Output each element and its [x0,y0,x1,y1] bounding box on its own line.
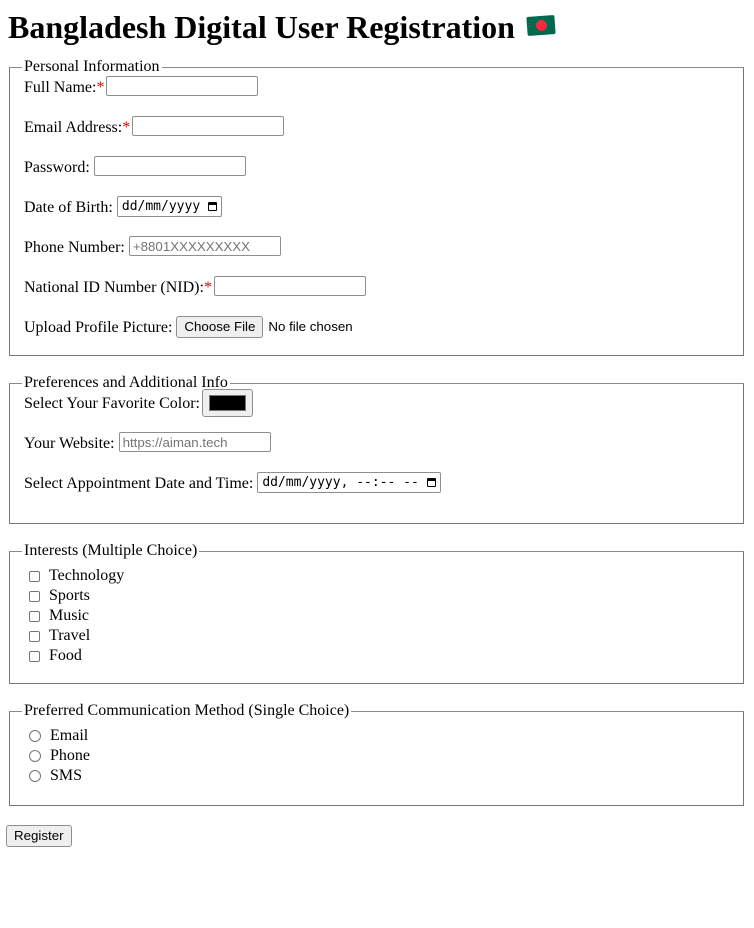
registration-form: Personal Information Full Name:* Email A… [6,58,746,847]
communication-label: SMS [50,767,83,784]
communication-option[interactable]: Phone [24,746,731,766]
checkbox[interactable] [29,590,40,602]
calendar-icon[interactable] [208,202,218,211]
full-name-label: Full Name:* [24,79,105,96]
communication-list: Email Phone SMS [24,720,731,786]
communication-option[interactable]: SMS [24,766,731,786]
interest-label: Music [49,607,89,624]
email-row: Email Address:* [24,116,731,156]
registration-page: Bangladesh Digital User Registration Per… [0,0,754,847]
appointment-label: Select Appointment Date and Time: [24,475,254,492]
communication-label: Phone [50,747,90,764]
submit-row: Register [6,825,746,847]
dob-input[interactable]: dd/mm/yyyy [116,196,223,217]
color-row: Select Your Favorite Color: [24,389,731,432]
password-input[interactable] [93,156,246,176]
interest-label: Travel [49,627,91,644]
communication-legend: Preferred Communication Method (Single C… [24,702,350,719]
appointment-value: dd/mm/yyyy, --:-- -- [262,475,419,490]
interest-option[interactable]: Music [24,606,731,626]
preferences-fieldset: Preferences and Additional Info Select Y… [9,374,744,524]
interests-legend: Interests (Multiple Choice) [24,542,198,559]
color-label: Select Your Favorite Color: [24,395,200,412]
communication-label: Email [50,727,89,744]
nid-row: National ID Number (NID):* [24,276,731,316]
required-mark: * [96,79,105,96]
website-input[interactable] [118,432,271,452]
email-label: Email Address:* [24,119,131,136]
color-picker[interactable] [202,389,253,417]
password-row: Password: [24,156,731,196]
phone-input[interactable] [128,236,281,256]
personal-info-fieldset: Personal Information Full Name:* Email A… [9,58,744,356]
radio-button[interactable] [29,730,41,742]
dob-row: Date of Birth: dd/mm/yyyy [24,196,731,236]
interest-option[interactable]: Travel [24,626,731,646]
checkbox[interactable] [29,650,40,662]
appointment-input[interactable]: dd/mm/yyyy, --:-- -- [257,472,441,493]
phone-label: Phone Number: [24,239,125,256]
checkbox[interactable] [29,630,40,642]
nid-label: National ID Number (NID):* [24,279,212,296]
interest-option[interactable]: Technology [24,566,731,586]
full-name-row: Full Name:* [24,76,731,116]
website-row: Your Website: [24,432,731,472]
no-file-text: No file chosen [268,319,353,334]
color-swatch [209,395,246,411]
profile-picture-row: Upload Profile Picture: Choose File No f… [24,316,731,356]
communication-fieldset: Preferred Communication Method (Single C… [9,702,744,806]
appointment-row: Select Appointment Date and Time: dd/mm/… [24,472,731,512]
interest-option[interactable]: Food [24,646,731,666]
personal-info-legend: Personal Information [24,58,160,75]
communication-option[interactable]: Email [24,726,731,746]
radio-button[interactable] [29,770,41,782]
nid-input[interactable] [213,276,366,296]
password-label: Password: [24,159,90,176]
phone-row: Phone Number: [24,236,731,276]
interests-list: Technology Sports Music Travel Food [24,560,731,666]
preferences-legend: Preferences and Additional Info [24,374,228,391]
register-button[interactable]: Register [6,825,72,847]
website-label: Your Website: [24,435,115,452]
interest-label: Sports [49,587,90,604]
radio-button[interactable] [29,750,41,762]
calendar-icon[interactable] [426,478,436,487]
interest-option[interactable]: Sports [24,586,731,606]
interest-label: Technology [49,567,125,584]
bangladesh-flag-icon [526,15,556,36]
profile-picture-label: Upload Profile Picture: [24,319,173,336]
interest-label: Food [49,647,82,664]
dob-value: dd/mm/yyyy [121,199,201,214]
dob-label: Date of Birth: [24,199,113,216]
checkbox[interactable] [29,570,40,582]
checkbox[interactable] [29,610,40,622]
required-mark: * [122,119,131,136]
required-mark: * [203,279,212,296]
page-title: Bangladesh Digital User Registration [8,0,746,50]
full-name-input[interactable] [106,76,259,96]
choose-file-button[interactable]: Choose File [176,316,264,338]
interests-fieldset: Interests (Multiple Choice) Technology S… [9,542,744,684]
email-input[interactable] [132,116,285,136]
